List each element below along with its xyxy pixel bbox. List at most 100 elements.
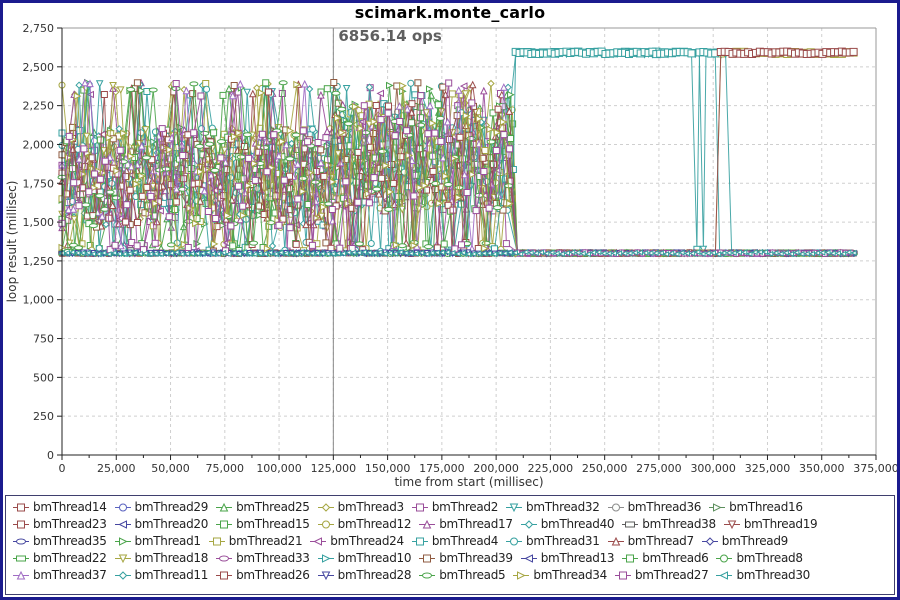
legend-item-bmThread23: bmThread23 <box>12 517 107 531</box>
legend-label: bmThread13 <box>541 551 615 565</box>
svg-text:250: 250 <box>33 410 54 423</box>
legend-label: bmThread21 <box>229 534 303 548</box>
svg-text:1,500: 1,500 <box>23 216 55 229</box>
legend-label: bmThread33 <box>236 551 310 565</box>
legend-label: bmThread29 <box>135 500 209 514</box>
legend-label: bmThread2 <box>432 500 498 514</box>
legend-item-bmThread11: bmThread11 <box>114 568 209 582</box>
benchmark-chart-window: scimark.monte_carlo 6856.14 ops025050075… <box>0 0 900 600</box>
svg-text:2,500: 2,500 <box>23 61 55 74</box>
legend-marker-icon <box>12 553 30 564</box>
legend-item-bmThread7: bmThread7 <box>607 534 694 548</box>
legend-marker-icon <box>114 553 132 564</box>
svg-text:500: 500 <box>33 371 54 384</box>
svg-text:250,000: 250,000 <box>582 462 628 475</box>
legend-label: bmThread31 <box>526 534 600 548</box>
svg-text:0: 0 <box>47 449 54 462</box>
legend-label: bmThread10 <box>338 551 412 565</box>
legend-label: bmThread34 <box>533 568 607 582</box>
svg-text:750: 750 <box>33 333 54 346</box>
legend-label: bmThread20 <box>135 517 209 531</box>
legend-item-bmThread39: bmThread39 <box>418 551 513 565</box>
legend-label: bmThread27 <box>635 568 709 582</box>
legend-item-bmThread12: bmThread12 <box>317 517 412 531</box>
legend-item-bmThread35: bmThread35 <box>12 534 107 548</box>
legend-item-bmThread16: bmThread16 <box>708 500 803 514</box>
legend-item-bmThread25: bmThread25 <box>215 500 310 514</box>
svg-text:300,000: 300,000 <box>690 462 736 475</box>
legend-marker-icon <box>114 502 132 513</box>
legend-item-bmThread22: bmThread22 <box>12 551 107 565</box>
legend-marker-icon <box>12 570 30 581</box>
svg-text:350,000: 350,000 <box>799 462 845 475</box>
legend-label: bmThread23 <box>33 517 107 531</box>
legend-marker-icon <box>520 553 538 564</box>
legend-item-bmThread2: bmThread2 <box>411 500 498 514</box>
legend-item-bmThread5: bmThread5 <box>418 568 505 582</box>
legend-label: bmThread7 <box>628 534 694 548</box>
legend-marker-icon <box>12 536 30 547</box>
svg-text:375,000: 375,000 <box>853 462 897 475</box>
legend-item-bmThread6: bmThread6 <box>621 551 708 565</box>
legend-marker-icon <box>309 536 327 547</box>
svg-text:time from start (millisec): time from start (millisec) <box>394 475 543 489</box>
svg-text:200,000: 200,000 <box>473 462 519 475</box>
legend-marker-icon <box>215 502 233 513</box>
svg-text:50,000: 50,000 <box>151 462 190 475</box>
legend-label: bmThread14 <box>33 500 107 514</box>
legend-item-bmThread13: bmThread13 <box>520 551 615 565</box>
legend-marker-icon <box>215 570 233 581</box>
legend-item-bmThread24: bmThread24 <box>309 534 404 548</box>
legend-label: bmThread4 <box>432 534 498 548</box>
legend-marker-icon <box>317 553 335 564</box>
legend-label: bmThread8 <box>736 551 802 565</box>
svg-text:100,000: 100,000 <box>256 462 302 475</box>
legend-label: bmThread6 <box>642 551 708 565</box>
legend-label: bmThread40 <box>541 517 615 531</box>
legend-item-bmThread37: bmThread37 <box>12 568 107 582</box>
legend-label: bmThread3 <box>338 500 404 514</box>
legend-label: bmThread16 <box>729 500 803 514</box>
legend-item-bmThread15: bmThread15 <box>215 517 310 531</box>
legend-item-bmThread27: bmThread27 <box>614 568 709 582</box>
legend-marker-icon <box>607 502 625 513</box>
svg-text:1,250: 1,250 <box>23 255 55 268</box>
legend-label: bmThread5 <box>439 568 505 582</box>
legend-marker-icon <box>418 570 436 581</box>
legend-label: bmThread38 <box>642 517 716 531</box>
legend-item-bmThread26: bmThread26 <box>215 568 310 582</box>
svg-text:175,000: 175,000 <box>419 462 465 475</box>
legend-item-bmThread32: bmThread32 <box>505 500 600 514</box>
legend-marker-icon <box>411 502 429 513</box>
legend-label: bmThread28 <box>338 568 412 582</box>
legend-marker-icon <box>114 570 132 581</box>
legend-label: bmThread32 <box>526 500 600 514</box>
legend-marker-icon <box>317 519 335 530</box>
svg-text:6856.14 ops: 6856.14 ops <box>338 27 442 45</box>
legend-marker-icon <box>215 553 233 564</box>
svg-text:150,000: 150,000 <box>365 462 411 475</box>
legend-marker-icon <box>317 502 335 513</box>
legend-item-bmThread9: bmThread9 <box>701 534 788 548</box>
legend: bmThread14 bmThread29 bmThread25 bmThread3 b… <box>5 495 895 595</box>
legend-label: bmThread26 <box>236 568 310 582</box>
legend-label: bmThread11 <box>135 568 209 582</box>
svg-text:2,250: 2,250 <box>23 100 55 113</box>
legend-item-bmThread28: bmThread28 <box>317 568 412 582</box>
legend-marker-icon <box>723 519 741 530</box>
legend-label: bmThread17 <box>439 517 513 531</box>
legend-marker-icon <box>701 536 719 547</box>
legend-label: bmThread39 <box>439 551 513 565</box>
legend-item-bmThread4: bmThread4 <box>411 534 498 548</box>
legend-marker-icon <box>520 519 538 530</box>
legend-marker-icon <box>317 570 335 581</box>
svg-text:125,000: 125,000 <box>311 462 357 475</box>
legend-marker-icon <box>215 519 233 530</box>
legend-item-bmThread34: bmThread34 <box>512 568 607 582</box>
svg-text:75,000: 75,000 <box>206 462 245 475</box>
legend-marker-icon <box>607 536 625 547</box>
legend-marker-icon <box>505 502 523 513</box>
legend-item-bmThread20: bmThread20 <box>114 517 209 531</box>
legend-item-bmThread19: bmThread19 <box>723 517 818 531</box>
legend-item-bmThread10: bmThread10 <box>317 551 412 565</box>
